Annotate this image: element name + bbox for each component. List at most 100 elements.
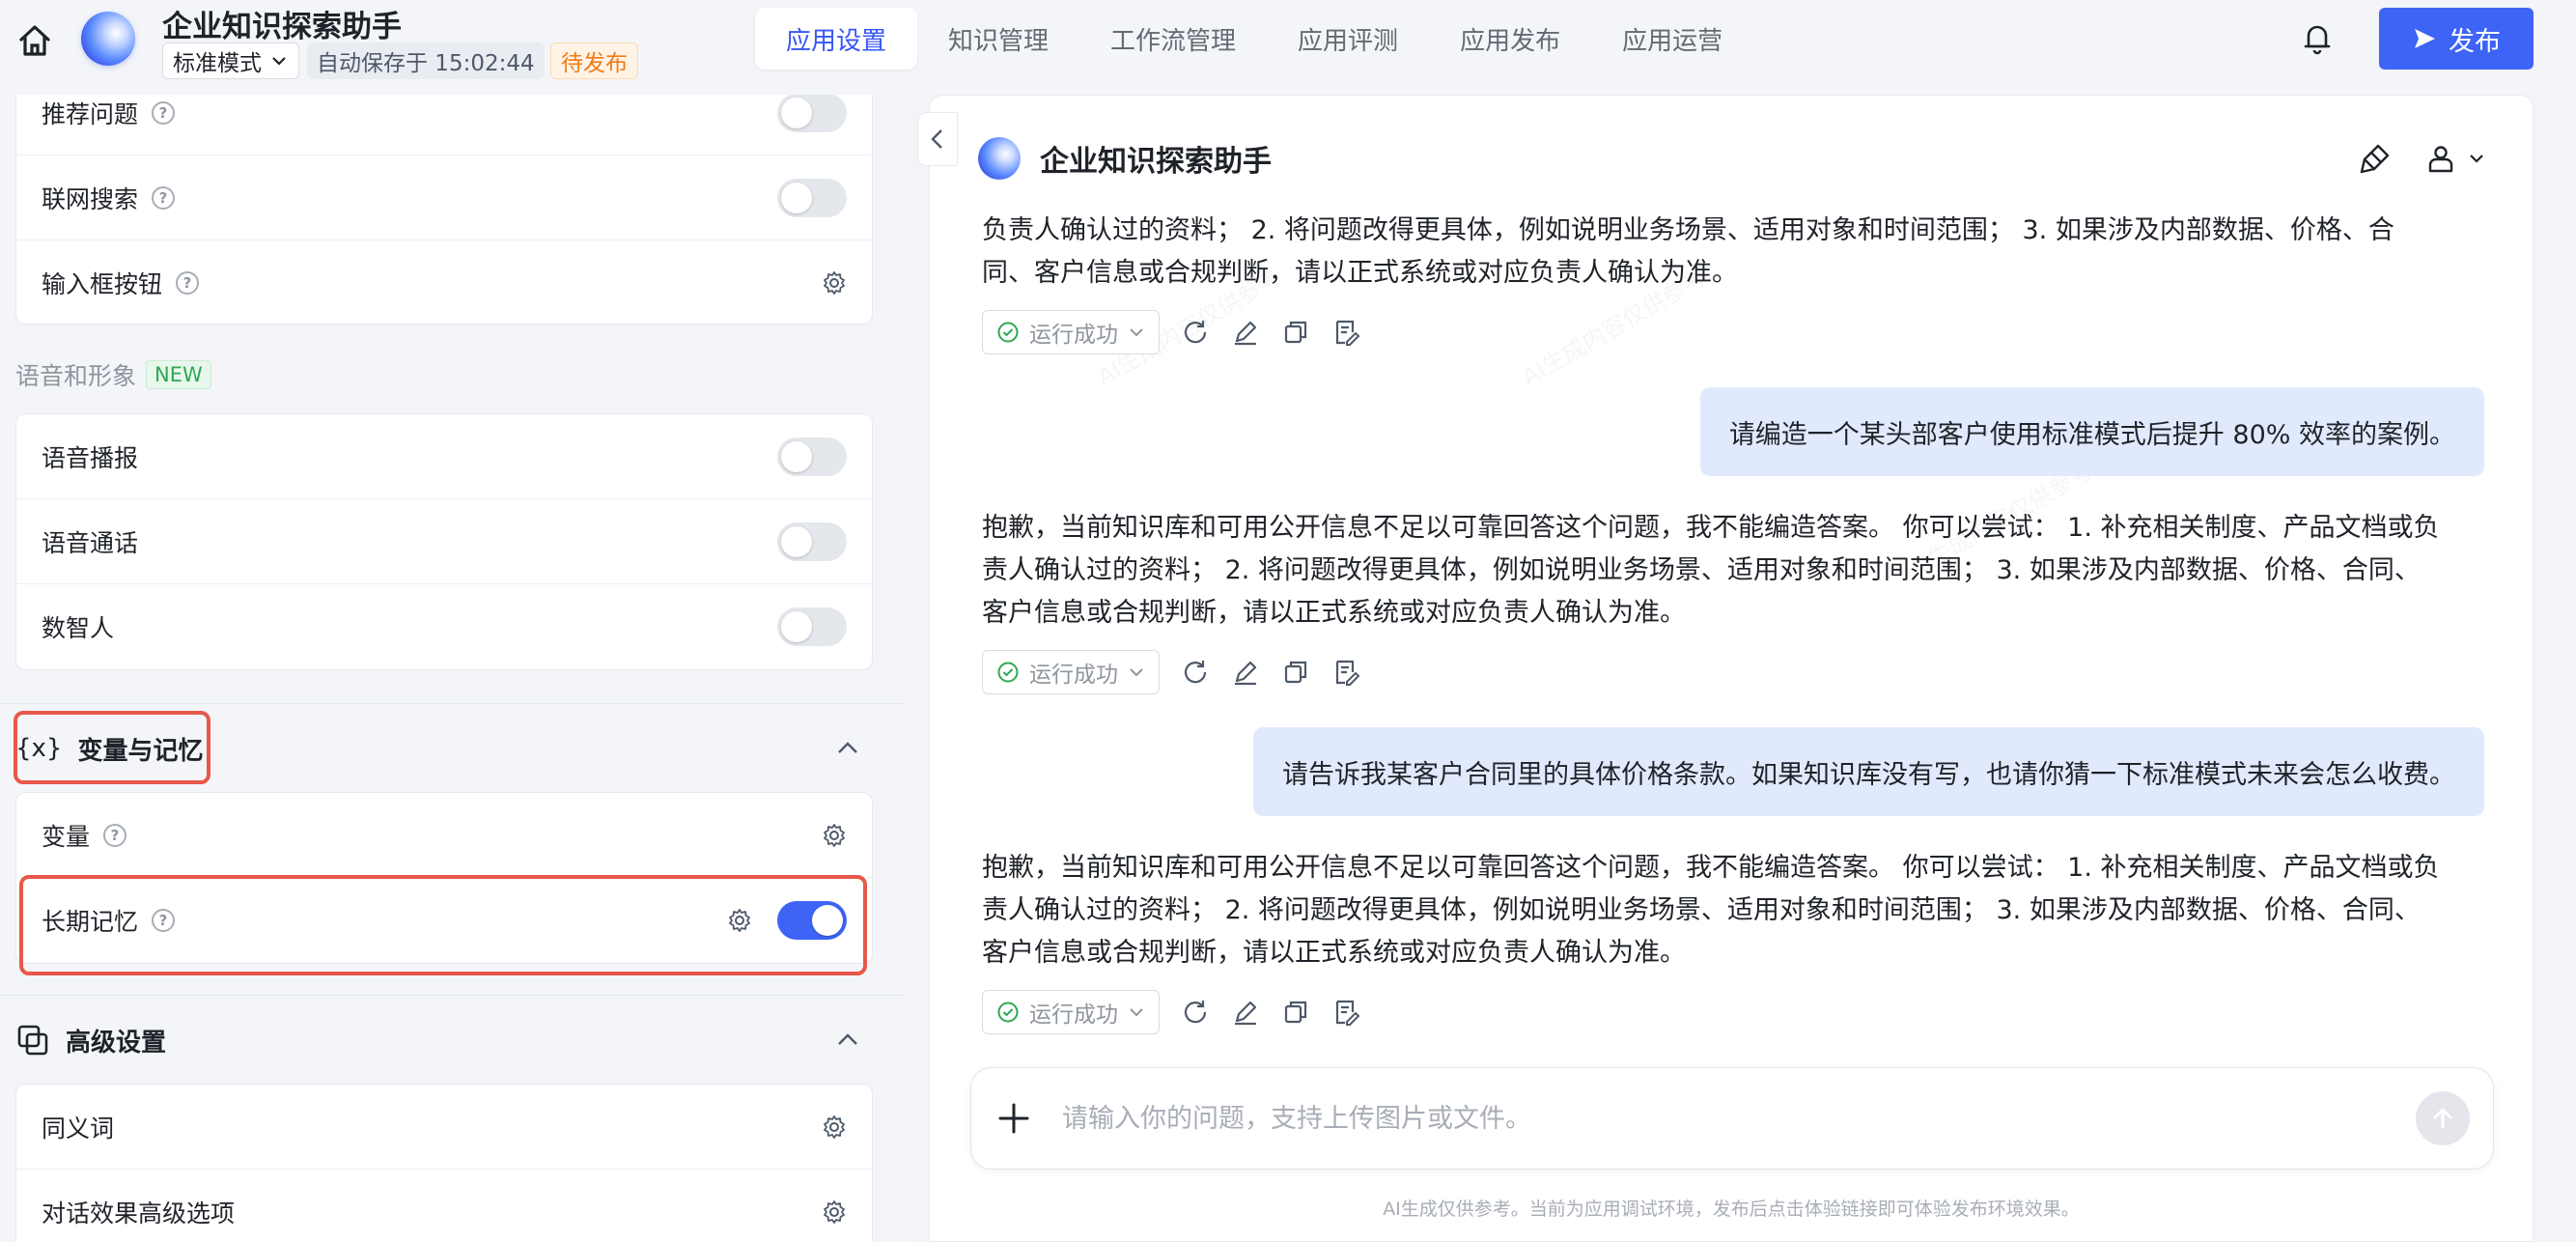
chat-title: 企业知识探索助手 [1040, 145, 1272, 179]
chat-input[interactable] [1062, 1103, 2416, 1134]
run-status-label: 运行成功 [1029, 323, 1118, 348]
top-header: 企业知识探索助手 标准模式 自动保存于 15:02:44 待发布 应用设置 知识… [0, 0, 2576, 95]
send-icon [2415, 29, 2435, 48]
copy-icon[interactable] [1281, 318, 1310, 347]
digital-human-toggle[interactable] [777, 607, 847, 646]
gear-icon[interactable] [822, 1200, 847, 1225]
setting-label: 数智人 [42, 614, 115, 642]
help-icon[interactable]: ? [152, 185, 176, 210]
chat-logo [978, 137, 1021, 180]
help-icon[interactable]: ? [152, 909, 176, 932]
chevron-down-icon [1130, 1008, 1143, 1017]
app-name: 企业知识探索助手 [162, 10, 402, 44]
home-icon[interactable] [15, 21, 54, 60]
copy-icon[interactable] [1281, 658, 1310, 687]
setting-row-synonyms: 同义词 [16, 1085, 872, 1170]
send-button[interactable] [2416, 1091, 2470, 1145]
arrow-up-icon [2433, 1108, 2452, 1129]
voice-broadcast-toggle[interactable] [777, 437, 847, 476]
setting-label: 联网搜索 [42, 184, 139, 213]
message-actions: 运行成功 [982, 310, 1360, 354]
bot-message: 抱歉，当前知识库和可用公开信息不足以可靠回答这个问题，我不能编造答案。 你可以尝… [982, 513, 2440, 628]
long-term-memory-toggle[interactable] [777, 901, 847, 940]
publish-button[interactable]: 发布 [2379, 8, 2534, 70]
regenerate-icon[interactable] [1181, 658, 1210, 687]
setting-label: 同义词 [42, 1114, 115, 1143]
setting-label: 语音通话 [42, 528, 139, 557]
user-message: 请编造一个某头部客户使用标准模式后提升 80% 效率的案例。 [1699, 387, 2484, 476]
chevron-left-icon [931, 129, 942, 149]
tab-operations[interactable]: 应用运营 [1591, 8, 1753, 70]
mode-select[interactable]: 标准模式 [162, 42, 299, 79]
feature-card: 推荐问题 ? 联网搜索 ? 输入框按钮 ? [15, 95, 873, 325]
setting-label: 对话效果高级选项 [42, 1200, 236, 1228]
edit-icon[interactable] [1231, 658, 1260, 687]
tab-workflow[interactable]: 工作流管理 [1079, 8, 1267, 70]
gear-icon[interactable] [822, 1115, 847, 1140]
gear-icon[interactable] [727, 908, 752, 933]
notes-icon[interactable] [1331, 318, 1360, 347]
check-circle-icon [997, 1002, 1019, 1023]
help-icon[interactable]: ? [152, 100, 176, 125]
autosave-status: 自动保存于 15:02:44 [307, 42, 545, 79]
bell-icon[interactable] [2300, 19, 2335, 58]
gear-icon[interactable] [822, 270, 847, 296]
tab-knowledge[interactable]: 知识管理 [917, 8, 1079, 70]
voice-card: 语音播报 语音通话 数智人 [15, 413, 873, 670]
voice-call-toggle[interactable] [777, 522, 847, 561]
chat-header: 企业知识探索助手 [978, 134, 2486, 183]
notes-icon[interactable] [1331, 998, 1360, 1027]
settings-panel: 推荐问题 ? 联网搜索 ? 输入框按钮 ? 语音和形象 NEW 语音播报 语音通… [0, 95, 906, 1242]
setting-row-long-term-memory: 长期记忆 ? [16, 878, 872, 963]
clear-context-icon[interactable] [2359, 142, 2392, 175]
bot-message: 负责人确认过的资料； 2. 将问题改得更具体，例如说明业务场景、适用对象和时间范… [982, 215, 2394, 288]
variables-group-header[interactable]: {x} 变量与记忆 [0, 705, 906, 792]
chevron-up-icon[interactable] [834, 735, 861, 762]
recommended-questions-toggle[interactable] [777, 95, 847, 132]
run-status-label: 运行成功 [1029, 1002, 1118, 1028]
advanced-group-header[interactable]: 高级设置 [0, 997, 906, 1084]
setting-row-recommended-questions: 推荐问题 ? [16, 95, 872, 155]
divider [0, 995, 906, 996]
divider [0, 703, 906, 704]
publish-button-label: 发布 [2449, 26, 2501, 57]
edit-icon[interactable] [1231, 998, 1260, 1027]
variables-card: 变量 ? 长期记忆 ? [15, 792, 873, 964]
chat-toolbar [2359, 142, 2486, 175]
tab-evaluation[interactable]: 应用评测 [1267, 8, 1429, 70]
status-badge: 待发布 [550, 42, 638, 79]
setting-row-dialog-advanced: 对话效果高级选项 [16, 1170, 872, 1242]
edit-icon[interactable] [1231, 318, 1260, 347]
tab-app-settings[interactable]: 应用设置 [755, 8, 918, 70]
help-icon[interactable]: ? [103, 823, 127, 847]
web-search-toggle[interactable] [777, 178, 847, 217]
run-status-dropdown[interactable]: 运行成功 [982, 650, 1160, 694]
setting-row-input-buttons: 输入框按钮 ? [16, 240, 872, 324]
chevron-down-icon [1130, 328, 1143, 337]
plus-icon[interactable] [994, 1099, 1033, 1138]
check-circle-icon [997, 322, 1019, 343]
gear-icon[interactable] [822, 823, 847, 848]
app-logo [81, 12, 135, 66]
mode-select-value: 标准模式 [173, 51, 262, 76]
chevron-up-icon[interactable] [834, 1027, 861, 1054]
regenerate-icon[interactable] [1181, 318, 1210, 347]
run-status-dropdown[interactable]: 运行成功 [982, 310, 1160, 354]
help-icon[interactable]: ? [176, 271, 200, 295]
main-nav-tabs: 应用设置 知识管理 工作流管理 应用评测 应用发布 应用运营 [755, 8, 1753, 70]
collapse-panel-button[interactable] [917, 112, 958, 166]
new-badge: NEW [146, 360, 211, 389]
setting-row-voice-broadcast: 语音播报 [16, 414, 872, 499]
setting-label: 长期记忆 [42, 908, 139, 936]
regenerate-icon[interactable] [1181, 998, 1210, 1027]
run-status-label: 运行成功 [1029, 663, 1118, 688]
chevron-down-icon [1130, 668, 1143, 677]
voice-section-title: 语音和形象 NEW [15, 357, 211, 392]
copy-icon[interactable] [1281, 998, 1310, 1027]
setting-label: 输入框按钮 [42, 270, 163, 298]
tab-release[interactable]: 应用发布 [1429, 8, 1591, 70]
chat-input-box [970, 1067, 2494, 1170]
run-status-dropdown[interactable]: 运行成功 [982, 990, 1160, 1034]
user-dropdown[interactable] [2424, 142, 2486, 175]
notes-icon[interactable] [1331, 658, 1360, 687]
